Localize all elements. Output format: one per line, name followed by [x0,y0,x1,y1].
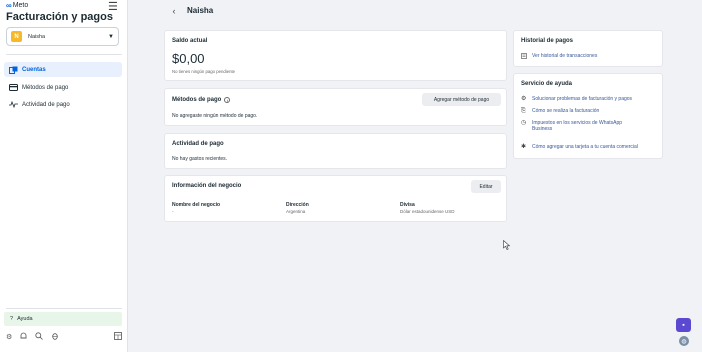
activity-icon [8,101,18,108]
currency-label: Divisa [400,202,415,208]
search-icon[interactable] [35,332,44,342]
edit-business-button[interactable]: Editar [471,180,501,193]
currency-value: Dólar estadounidense USD [400,209,455,214]
help-button[interactable]: ? Ayuda [4,312,122,326]
address-label: Dirección [286,202,309,208]
sidebar-item-cuentas[interactable]: Cuentas [4,62,122,77]
brand-name: Meto [12,2,29,9]
account-selector[interactable]: N Naisha ▼ [6,27,119,46]
view-transactions-label: Ver historial de transacciones [532,53,598,59]
business-info-card: Información del negocio Editar Nombre de… [164,175,507,222]
payment-history-card: Historial de pagos Ver historial de tran… [513,30,663,67]
bell-icon[interactable] [20,332,27,342]
account-name: Naisha [28,33,46,40]
caret-down-icon: ▼ [108,33,114,40]
bug-icon[interactable] [51,332,59,342]
address-value: Argentina [286,209,306,214]
payment-history-title: Historial de pagos [521,38,574,44]
business-info-title: Información del negocio [172,183,242,189]
bottom-toolbar: ⚙ [6,332,122,342]
help-link-label: Cómo agregar una tarjeta a tu cuenta com… [532,144,638,150]
add-payment-method-button[interactable]: Agregar método de pago [422,93,501,106]
balance-note: No tienes ningún pago pendiente [172,69,236,74]
settings-icon: ✱ [521,144,527,150]
sidebar-item-metodos-de-pago[interactable]: Métodos de pago [4,80,122,95]
clock-icon: ◷ [521,120,527,126]
info-icon[interactable]: i [224,97,231,103]
chevron-left-icon: ‹ [172,6,176,16]
payment-activity-card: Actividad de pago No hay gastos reciente… [164,133,507,169]
help-link-taxes[interactable]: ◷ Impuestos en los servicios de WhatsApp… [521,120,659,132]
help-label: Ayuda [17,316,33,322]
sidebar: ∞ Meto ☰ Facturación y pagos N Naisha ▼ … [0,0,128,352]
help-link-label: Cómo se realiza la facturación [532,108,600,114]
payment-activity-title: Actividad de pago [172,141,224,147]
receipt-icon [521,53,528,61]
question-icon: ? [10,316,14,322]
payment-activity-empty: No hay gastos recientes. [172,156,228,162]
help-link-troubleshoot[interactable]: ⚙ Solucionar problemas de facturación y … [521,96,632,102]
sidebar-item-label: Métodos de pago [22,84,69,91]
page-title: Naisha [187,6,214,15]
balance-title: Saldo actual [172,38,208,44]
payment-methods-empty: No agregaste ningún método de pago. [172,113,258,119]
sidebar-item-label: Cuentas [22,66,46,73]
panel-icon[interactable] [114,332,122,342]
divider [6,308,122,309]
billing-icon: ⎘ [521,108,526,114]
meta-logo: ∞ Meto [6,1,28,10]
help-link-label: Solucionar problemas de facturación y pa… [532,96,633,102]
account-avatar: N [11,31,22,42]
divider [6,54,122,55]
wrench-icon: ⚙ [521,96,527,102]
meta-infinity-icon: ∞ [6,1,12,10]
app-title: Facturación y pagos [6,11,113,23]
help-link-add-card[interactable]: ✱ Cómo agregar una tarjeta a tu cuenta c… [521,144,638,150]
payment-methods-heading: Métodos de pago i [172,97,231,103]
help-link-billing[interactable]: ⎘ Cómo se realiza la facturación [521,108,599,114]
view-transactions-link[interactable]: Ver historial de transacciones [521,53,597,61]
help-center-card: Servicio de ayuda ⚙ Solucionar problemas… [513,73,663,159]
globe-icon[interactable]: ◍ [679,336,689,346]
payment-methods-title: Métodos de pago [172,97,222,103]
business-name-label: Nombre del negocio [172,202,221,208]
card-icon [8,84,18,91]
help-center-title: Servicio de ayuda [521,81,573,87]
payment-methods-card: Métodos de pago i Agregar método de pago… [164,88,507,126]
help-link-label: Impuestos en los servicios de WhatsApp B… [532,120,623,132]
balance-card: Saldo actual $0,00 No tienes ningún pago… [164,30,507,81]
sidebar-item-label: Actividad de pago [22,101,70,108]
mouse-cursor-icon [503,240,511,250]
gear-icon[interactable]: ⚙ [6,333,12,341]
accounts-icon [8,66,18,74]
business-name-value: - [172,209,174,214]
chat-button[interactable]: ▪ [676,318,691,332]
sidebar-item-actividad-de-pago[interactable]: Actividad de pago [4,97,122,112]
balance-amount: $0,00 [172,51,205,66]
chat-icon: ▪ [682,321,685,329]
back-button[interactable]: ‹ [166,3,182,19]
